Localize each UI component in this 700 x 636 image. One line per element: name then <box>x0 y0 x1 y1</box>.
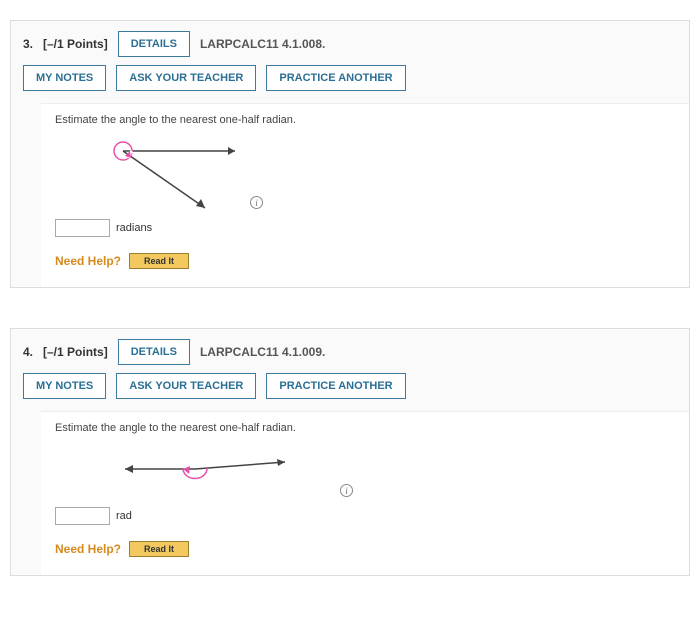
help-row: Need Help? Read It <box>55 253 675 269</box>
answer-input[interactable] <box>55 507 110 525</box>
help-row: Need Help? Read It <box>55 541 675 557</box>
source-code: LARPCALC11 4.1.008. <box>200 37 325 51</box>
answer-input[interactable] <box>55 219 110 237</box>
question-body: Estimate the angle to the nearest one-ha… <box>41 411 689 575</box>
unit-label: radians <box>116 222 152 234</box>
question-block: 4. [–/1 Points] DETAILS LARPCALC11 4.1.0… <box>10 328 690 576</box>
unit-label: rad <box>116 510 132 522</box>
action-buttons: MY NOTES ASK YOUR TEACHER PRACTICE ANOTH… <box>11 365 689 411</box>
answer-row: rad <box>55 507 675 525</box>
answer-row: radians <box>55 219 675 237</box>
ask-teacher-button[interactable]: ASK YOUR TEACHER <box>116 65 256 91</box>
my-notes-button[interactable]: MY NOTES <box>23 373 106 399</box>
action-buttons: MY NOTES ASK YOUR TEACHER PRACTICE ANOTH… <box>11 57 689 103</box>
question-header: 3. [–/1 Points] DETAILS LARPCALC11 4.1.0… <box>11 21 689 57</box>
question-block: 3. [–/1 Points] DETAILS LARPCALC11 4.1.0… <box>10 20 690 288</box>
angle-figure: i <box>95 444 675 499</box>
question-number: 4. <box>23 345 33 359</box>
question-prompt: Estimate the angle to the nearest one-ha… <box>55 422 675 434</box>
question-header: 4. [–/1 Points] DETAILS LARPCALC11 4.1.0… <box>11 329 689 365</box>
question-number: 3. <box>23 37 33 51</box>
ask-teacher-button[interactable]: ASK YOUR TEACHER <box>116 373 256 399</box>
source-code: LARPCALC11 4.1.009. <box>200 345 325 359</box>
read-it-button[interactable]: Read It <box>129 253 189 269</box>
need-help-label: Need Help? <box>55 254 121 268</box>
practice-another-button[interactable]: PRACTICE ANOTHER <box>266 373 405 399</box>
info-icon[interactable]: i <box>340 484 353 497</box>
info-icon[interactable]: i <box>250 196 263 209</box>
angle-figure: i <box>95 136 675 211</box>
details-button[interactable]: DETAILS <box>118 31 190 57</box>
page-container: 3. [–/1 Points] DETAILS LARPCALC11 4.1.0… <box>0 0 700 636</box>
my-notes-button[interactable]: MY NOTES <box>23 65 106 91</box>
points-label: [–/1 Points] <box>43 345 108 359</box>
points-label: [–/1 Points] <box>43 37 108 51</box>
practice-another-button[interactable]: PRACTICE ANOTHER <box>266 65 405 91</box>
question-prompt: Estimate the angle to the nearest one-ha… <box>55 114 675 126</box>
question-body: Estimate the angle to the nearest one-ha… <box>41 103 689 287</box>
need-help-label: Need Help? <box>55 542 121 556</box>
read-it-button[interactable]: Read It <box>129 541 189 557</box>
details-button[interactable]: DETAILS <box>118 339 190 365</box>
